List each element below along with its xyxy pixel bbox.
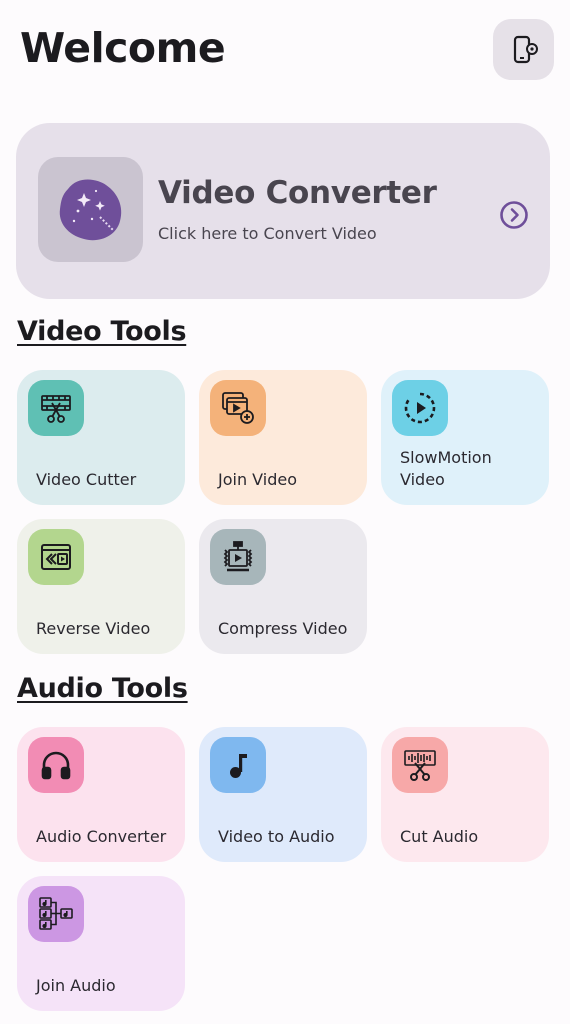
tile-label: Audio Converter (36, 827, 167, 846)
tile-compress-video[interactable]: Compress Video (199, 519, 367, 654)
tile-video-cutter[interactable]: Video Cutter (17, 370, 185, 505)
phone-settings-icon (509, 35, 539, 65)
tile-join-video[interactable]: Join Video (199, 370, 367, 505)
slow-motion-icon (392, 380, 448, 436)
tile-slowmotion-video[interactable]: SlowMotion Video (381, 370, 549, 505)
cut-audio-icon (392, 737, 448, 793)
tile-label: Video to Audio (218, 827, 335, 846)
converter-thumbnail (38, 157, 143, 262)
chevron-right-circle-icon[interactable] (499, 200, 529, 230)
music-note-icon (210, 737, 266, 793)
converter-title: Video Converter (158, 175, 437, 211)
tile-label: Join Video (218, 470, 298, 489)
tile-label: SlowMotion Video (400, 448, 492, 489)
headphones-icon (28, 737, 84, 793)
audio-tools-heading: Audio Tools (17, 673, 188, 704)
tile-join-audio[interactable]: Join Audio (17, 876, 185, 1011)
tile-label: Cut Audio (400, 827, 479, 846)
tile-audio-converter[interactable]: Audio Converter (17, 727, 185, 862)
tile-video-to-audio[interactable]: Video to Audio (199, 727, 367, 862)
film-scissors-icon (28, 380, 84, 436)
page-title: Welcome (20, 24, 226, 72)
join-audio-icon (28, 886, 84, 942)
compress-video-icon (210, 529, 266, 585)
tile-label: Reverse Video (36, 619, 151, 638)
tile-label: Video Cutter (36, 470, 137, 489)
tile-reverse-video[interactable]: Reverse Video (17, 519, 185, 654)
home-screen: Welcome Video Converter Click here to Co… (0, 0, 570, 1024)
converter-subtitle: Click here to Convert Video (158, 224, 377, 243)
reverse-video-icon (28, 529, 84, 585)
tile-label: Compress Video (218, 619, 348, 638)
tile-cut-audio[interactable]: Cut Audio (381, 727, 549, 862)
magic-wand-icon (48, 167, 134, 253)
settings-button[interactable] (493, 19, 554, 80)
tile-label: Join Audio (36, 976, 116, 995)
video-converter-card[interactable]: Video Converter Click here to Convert Vi… (16, 123, 550, 299)
join-video-icon (210, 380, 266, 436)
video-tools-heading: Video Tools (17, 316, 187, 347)
